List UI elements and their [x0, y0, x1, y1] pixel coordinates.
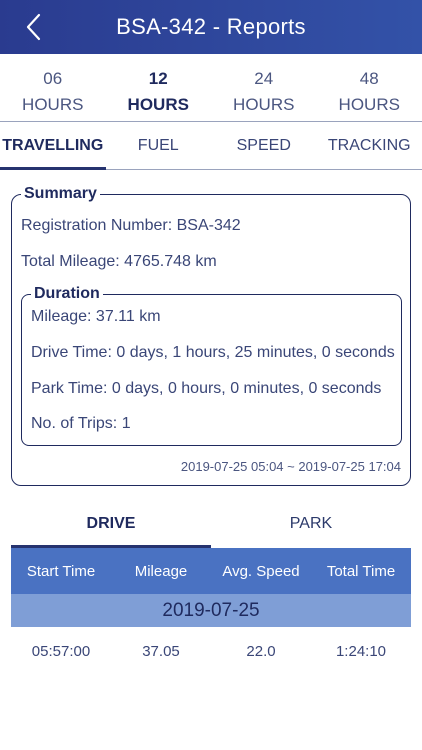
- cell-mileage: 37.05: [142, 642, 180, 660]
- app-header: BSA-342 - Reports: [0, 0, 422, 54]
- hours-option-24[interactable]: 24 HOURS: [211, 54, 317, 121]
- hours-selector: 06 HOURS 12 HOURS 24 HOURS 48 HOURS: [0, 54, 422, 122]
- column-header-mileage: Mileage: [134, 562, 188, 580]
- summary-panel: Summary Registration Number: BSA-342 Tot…: [11, 185, 411, 486]
- tab-travelling[interactable]: TRAVELLING: [0, 122, 106, 170]
- hours-option-number: 06: [43, 69, 63, 88]
- hours-option-06[interactable]: 06 HOURS: [0, 54, 106, 121]
- tab-speed[interactable]: SPEED: [211, 122, 317, 169]
- tab-tracking[interactable]: TRACKING: [317, 122, 422, 169]
- drive-park-tabs: DRIVE PARK: [11, 506, 411, 548]
- date-range: 2019-07-25 05:04 ~ 2019-07-25 17:04: [180, 459, 401, 474]
- table-group-date: 2019-07-25: [11, 594, 411, 627]
- column-header-start-time: Start Time: [26, 562, 96, 580]
- registration-number: Registration Number: BSA-342: [21, 217, 241, 234]
- trip-count: No. of Trips: 1: [31, 415, 131, 432]
- page-title: BSA-342 - Reports: [116, 14, 306, 39]
- summary-legend: Summary: [21, 185, 100, 203]
- hours-option-unit: HOURS: [22, 95, 84, 114]
- drive-time: Drive Time: 0 days, 1 hours, 25 minutes,…: [31, 344, 395, 361]
- park-time: Park Time: 0 days, 0 hours, 0 minutes, 0…: [31, 380, 382, 397]
- column-header-total-time: Total Time: [326, 562, 396, 580]
- hours-option-unit: HOURS: [127, 95, 189, 114]
- cell-start-time: 05:57:00: [31, 642, 91, 660]
- column-header-avg-speed: Avg. Speed: [222, 562, 300, 580]
- hours-option-48[interactable]: 48 HOURS: [317, 54, 422, 121]
- cell-avg-speed: 22.0: [246, 642, 276, 660]
- hours-option-number: 24: [254, 69, 274, 88]
- cell-total-time: 1:24:10: [335, 642, 387, 660]
- table-row[interactable]: 05:57:00 37.05 22.0 1:24:10: [11, 634, 411, 668]
- tab-fuel[interactable]: FUEL: [106, 122, 212, 169]
- tab-drive[interactable]: DRIVE: [11, 506, 211, 548]
- hours-option-12[interactable]: 12 HOURS: [106, 54, 212, 121]
- report-tabs: TRAVELLING FUEL SPEED TRACKING: [0, 122, 422, 170]
- hours-option-number: 48: [359, 69, 379, 88]
- duration-panel: Duration Mileage: 37.11 km Drive Time: 0…: [21, 285, 402, 446]
- tab-park[interactable]: PARK: [211, 506, 411, 548]
- duration-legend: Duration: [31, 285, 103, 303]
- total-mileage: Total Mileage: 4765.748 km: [21, 253, 217, 270]
- table-header: Start Time Mileage Avg. Speed Total Time: [11, 548, 411, 594]
- hours-option-unit: HOURS: [233, 95, 295, 114]
- duration-mileage: Mileage: 37.11 km: [31, 308, 161, 325]
- hours-option-unit: HOURS: [338, 95, 400, 114]
- hours-option-number: 12: [148, 69, 168, 88]
